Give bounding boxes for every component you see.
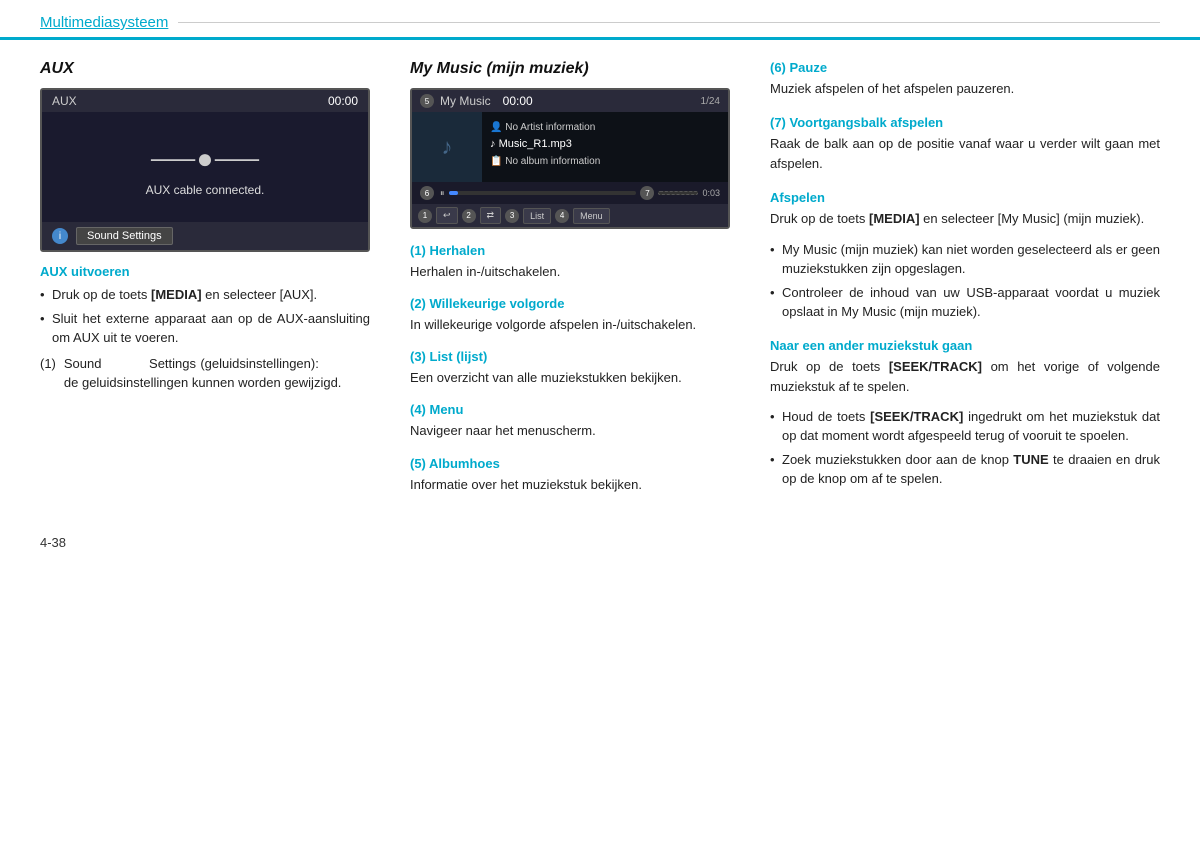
list-item: Controleer de inhoud van uw USB-apparaat… [770,283,1160,322]
albumhoes-header: (5) Albumhoes [410,456,730,471]
list-header: (3) List (lijst) [410,349,730,364]
mm-album-art: ♪ [412,112,482,182]
herhalen-text: Herhalen in-/uitschakelen. [410,262,730,282]
page-footer: 4-38 [0,525,1200,560]
voortgangsbalk-text: Raak de balk aan op de positie vanaf waa… [770,134,1160,174]
willekeurige-header: (2) Willekeurige volgorde [410,296,730,311]
afspelen-bullets: My Music (mijn muziek) kan niet worden g… [770,240,1160,322]
aux-screen-header: AUX 00:00 [42,90,368,112]
mymusic-section: My Music (mijn muziek) 5 My Music 00:00 … [390,60,750,505]
circle-4: 4 [555,209,569,223]
aux-screen: AUX 00:00 ⸺●⸺ AUX cable connected. i Sou… [40,88,370,252]
aux-uitvoeren-label: AUX uitvoeren [40,264,370,279]
mm-progress-bar[interactable] [449,191,637,195]
list-item: My Music (mijn muziek) kan niet worden g… [770,240,1160,279]
header-title: Multimediasysteem [40,14,168,31]
afspelen-header: Afspelen [770,190,1160,205]
header-divider [178,22,1160,23]
aux-screen-body: ⸺●⸺ AUX cable connected. [42,112,368,222]
ander-text: Druk op de toets [SEEK/TRACK] om het vor… [770,357,1160,397]
circle-2: 2 [462,209,476,223]
willekeurige-text: In willekeurige volgorde afspelen in-/ui… [410,315,730,335]
ander-header: Naar een ander muziekstuk gaan [770,338,1160,353]
sound-settings-button[interactable]: Sound Settings [76,227,173,245]
aux-screen-footer: i Sound Settings [42,222,368,250]
aux-screen-time: 00:00 [328,94,358,108]
aux-screen-label: AUX [52,94,77,108]
item-text: Sound Settings (geluidsinstellingen): de… [64,354,370,393]
pauze-text: Muziek afspelen of het afspelen pauzeren… [770,79,1160,99]
list-item: Sluit het externe apparaat aan op de AUX… [40,309,370,348]
list-item: Druk op de toets [MEDIA] en selecteer [A… [40,285,370,305]
circle-3: 3 [505,209,519,223]
aux-cable-icon: ⸺●⸺ [150,137,261,177]
herhalen-header: (1) Herhalen [410,243,730,258]
mm-time: 00:00 [503,94,533,108]
mm-btn-repeat[interactable]: ↩ [436,207,458,224]
circle-5: 5 [420,94,434,108]
aux-connected-text: AUX cable connected. [146,183,265,197]
mm-artist: 👤 No Artist information [490,120,720,136]
pauze-header: (6) Pauze [770,60,1160,75]
mm-btn-shuffle[interactable]: ⇄ [480,207,502,224]
mm-btn-menu[interactable]: Menu [573,208,610,224]
mm-time-display: 0:03 [702,188,720,198]
circle-6: 6 [420,186,434,200]
mm-progress-dotted [658,191,698,195]
afspelen-text: Druk op de toets [MEDIA] en selecteer [M… [770,209,1160,229]
ander-bullets: Houd de toets [SEEK/TRACK] ingedrukt om … [770,407,1160,489]
mm-title: My Music [440,94,491,108]
aux-section-title: AUX [40,60,370,78]
sound-settings-note: (1) Sound Settings (geluidsinstellingen)… [40,354,370,393]
mymusic-screen: 5 My Music 00:00 1/24 ♪ 👤 No Artist info… [410,88,730,229]
item-number: (1) [40,354,56,393]
mm-footer: 1 ↩ 2 ⇄ 3 List 4 Menu [412,204,728,227]
page-header: Multimediasysteem [0,0,1200,40]
albumhoes-text: Informatie over het muziekstuk bekijken. [410,475,730,495]
mm-screen-header: 5 My Music 00:00 1/24 [412,90,728,112]
circle-7: 7 [640,186,654,200]
mm-progress-fill [449,191,458,195]
mm-body: ♪ 👤 No Artist information ♪ Music_R1.mp3… [412,112,728,182]
aux-section: AUX AUX 00:00 ⸺●⸺ AUX cable connected. i… [40,60,390,505]
menu-text: Navigeer naar het menuscherm. [410,421,730,441]
mm-count: 1/24 [701,96,720,107]
mm-btn-list[interactable]: List [523,208,551,224]
circle-1: 1 [418,209,432,223]
voortgangsbalk-header: (7) Voortgangsbalk afspelen [770,115,1160,130]
right-section: (6) Pauze Muziek afspelen of het afspele… [750,60,1160,505]
list-item: Zoek muziekstukken door aan de knop TUNE… [770,450,1160,489]
list-text: Een overzicht van alle muziekstukken bek… [410,368,730,388]
page-number: 4-38 [40,535,66,550]
mm-track-name: ♪ Music_R1.mp3 [490,136,720,154]
mm-album: 📋 No album information [490,154,720,170]
menu-header: (4) Menu [410,402,730,417]
aux-bullet-list: Druk op de toets [MEDIA] en selecteer [A… [40,285,370,348]
main-content: AUX AUX 00:00 ⸺●⸺ AUX cable connected. i… [0,40,1200,525]
mm-track-info: 👤 No Artist information ♪ Music_R1.mp3 📋… [482,112,728,182]
mymusic-section-title: My Music (mijn muziek) [410,60,730,78]
mm-progress-row: 6 ⏸ 7 0:03 [412,182,728,204]
info-circle-icon: i [52,228,68,244]
list-item: Houd de toets [SEEK/TRACK] ingedrukt om … [770,407,1160,446]
